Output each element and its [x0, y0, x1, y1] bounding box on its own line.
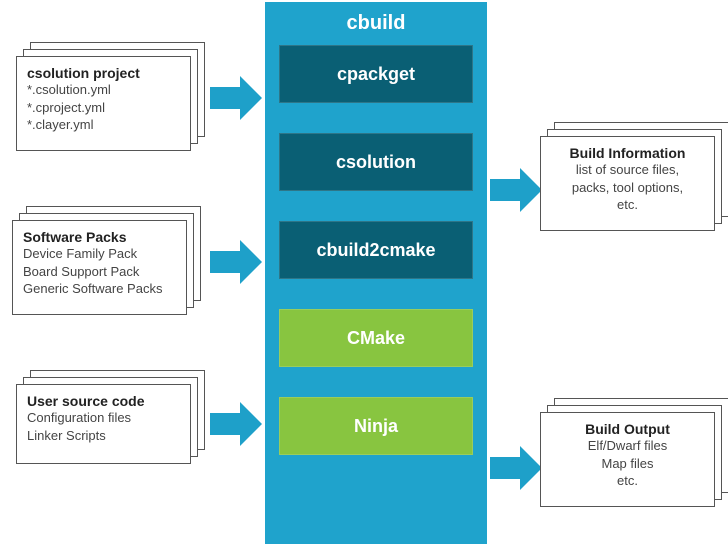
filebox-title: Build Output: [551, 421, 704, 437]
filebox-user-source: User source code Configuration files Lin…: [16, 370, 206, 450]
module-cmake: CMake: [279, 309, 473, 367]
filebox-build-output: Build Output Elf/Dwarf files Map files e…: [540, 398, 728, 493]
filebox-build-information: Build Information list of source files, …: [540, 122, 728, 217]
module-csolution: csolution: [279, 133, 473, 191]
cbuild-diagram: csolution project *.csolution.yml *.cpro…: [0, 0, 728, 546]
arrow-icon: [210, 402, 262, 446]
filebox-line: *.clayer.yml: [27, 116, 180, 134]
filebox-line: Elf/Dwarf files: [551, 437, 704, 455]
filebox-line: packs, tool options,: [551, 179, 704, 197]
filebox-line: Configuration files: [27, 409, 180, 427]
filebox-title: Software Packs: [23, 229, 176, 245]
filebox-line: Device Family Pack: [23, 245, 176, 263]
filebox-software-packs: Software Packs Device Family Pack Board …: [12, 206, 202, 301]
module-cpackget: cpackget: [279, 45, 473, 103]
pillar-cbuild: cbuild cpackget csolution cbuild2cmake C…: [265, 2, 487, 544]
arrow-icon: [210, 240, 262, 284]
filebox-line: list of source files,: [551, 161, 704, 179]
filebox-line: *.cproject.yml: [27, 99, 180, 117]
module-ninja: Ninja: [279, 397, 473, 455]
filebox-line: Map files: [551, 455, 704, 473]
arrow-icon: [490, 446, 542, 490]
filebox-title: csolution project: [27, 65, 180, 81]
filebox-line: etc.: [551, 196, 704, 214]
filebox-csolution-project: csolution project *.csolution.yml *.cpro…: [16, 42, 206, 137]
filebox-line: etc.: [551, 472, 704, 490]
module-cbuild2cmake: cbuild2cmake: [279, 221, 473, 279]
filebox-line: Generic Software Packs: [23, 280, 176, 298]
arrow-icon: [210, 76, 262, 120]
filebox-line: Board Support Pack: [23, 263, 176, 281]
filebox-line: Linker Scripts: [27, 427, 180, 445]
arrow-icon: [490, 168, 542, 212]
filebox-line: *.csolution.yml: [27, 81, 180, 99]
filebox-title: User source code: [27, 393, 180, 409]
filebox-title: Build Information: [551, 145, 704, 161]
pillar-title: cbuild: [279, 12, 473, 35]
